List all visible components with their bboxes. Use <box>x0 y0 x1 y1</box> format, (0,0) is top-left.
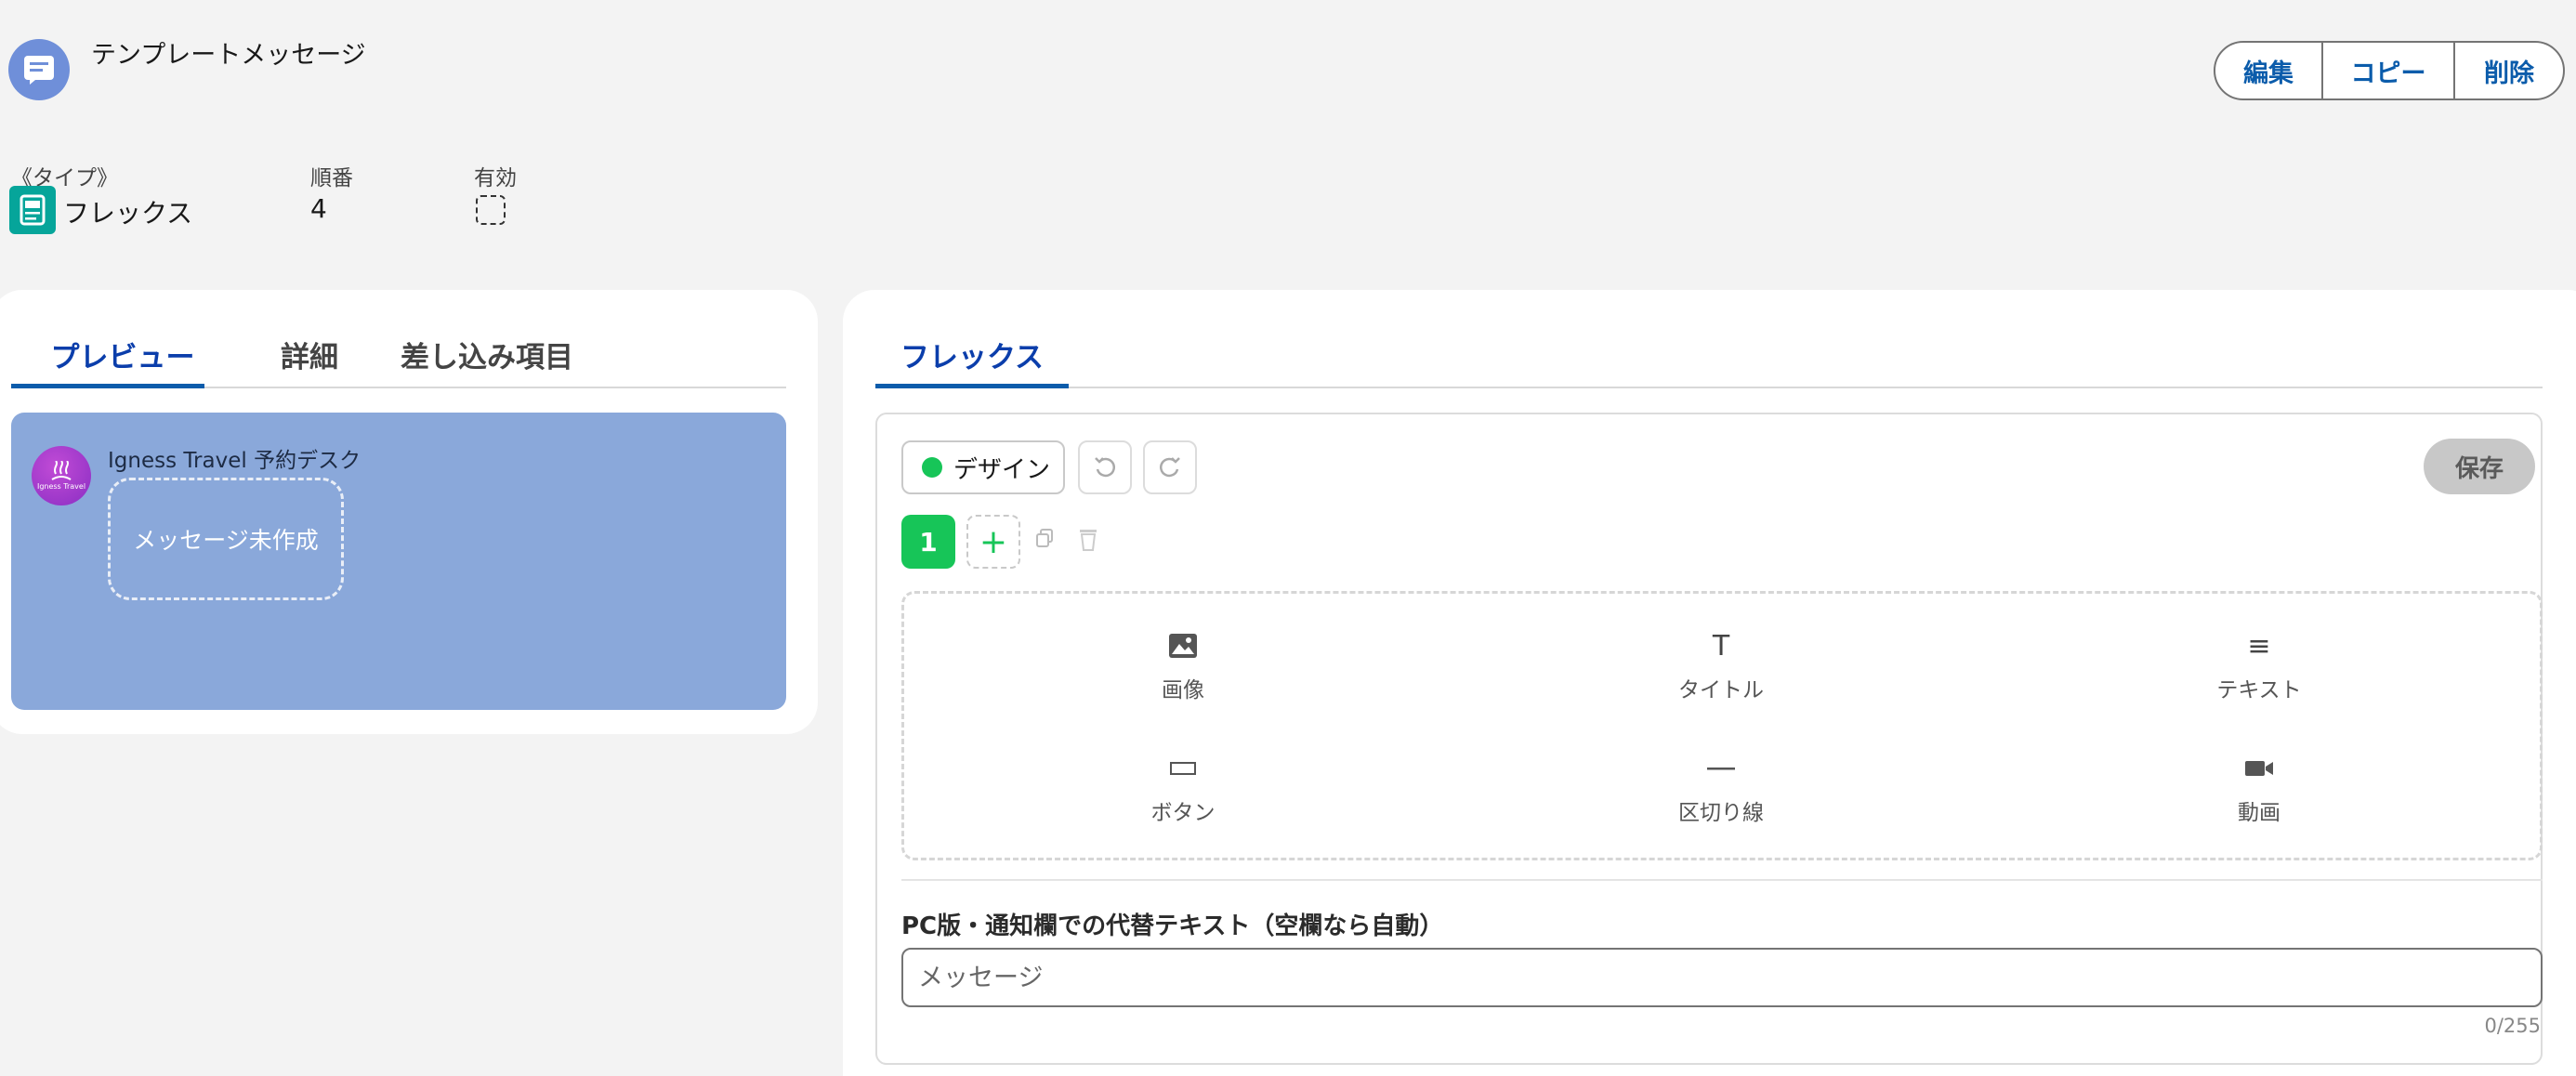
sender-avatar: Igness Travel <box>32 446 91 505</box>
design-label: デザイン <box>953 455 1051 484</box>
video-camera-icon <box>2244 750 2274 787</box>
right-tab-rule <box>875 387 2543 388</box>
tab-details[interactable]: 詳細 <box>234 321 385 387</box>
active-label: 有効 <box>474 166 517 190</box>
undo-button[interactable] <box>1078 440 1132 494</box>
active-checkbox <box>476 195 506 225</box>
edit-button[interactable]: 編集 <box>2215 43 2321 98</box>
hot-spring-icon <box>51 461 72 480</box>
page-title: テンプレートメッセージ <box>91 41 366 70</box>
palette-label: 区切り線 <box>1678 801 1764 825</box>
component-palette: 画像 T タイトル ≡ テキスト ボタン 区切り線 動画 <box>901 591 2543 860</box>
copy-button[interactable]: コピー <box>2321 43 2453 98</box>
palette-divider[interactable]: 区切り線 <box>1619 750 1823 826</box>
palette-button[interactable]: ボタン <box>1081 750 1285 826</box>
palette-image[interactable]: 画像 <box>1081 627 1285 703</box>
palette-label: 動画 <box>2238 801 2280 825</box>
order-value: 4 <box>310 193 327 224</box>
flex-editor: デザイン 保存 1 + 画像 T タイトル ≡ テキスト ボタン 区切り線 動画… <box>875 413 2543 1065</box>
sender-name: Igness Travel 予約デスク <box>108 449 361 473</box>
trash-icon[interactable] <box>1078 528 1098 556</box>
divider-line-icon <box>1706 750 1736 787</box>
message-preview: Igness Travel Igness Travel 予約デスク メッセージ未… <box>11 413 786 710</box>
avatar-text: Igness Travel <box>36 482 86 491</box>
palette-video[interactable]: 動画 <box>2157 750 2361 826</box>
tab-merge-fields[interactable]: 差し込み項目 <box>385 321 589 387</box>
palette-text[interactable]: ≡ テキスト <box>2157 627 2361 703</box>
flex-type-icon <box>9 186 56 234</box>
right-tabs: フレックス <box>875 321 1069 387</box>
palette-label: ボタン <box>1150 801 1216 825</box>
add-page-button[interactable]: + <box>966 515 1020 569</box>
palette-label: 画像 <box>1162 678 1204 702</box>
duplicate-icon[interactable] <box>1035 528 1054 552</box>
tab-preview[interactable]: プレビュー <box>11 321 234 387</box>
status-dot-icon <box>922 457 942 478</box>
button-rect-icon <box>1169 750 1197 787</box>
type-value: フレックス <box>63 198 193 229</box>
tab-flex[interactable]: フレックス <box>875 321 1069 387</box>
palette-label: タイトル <box>1678 678 1764 702</box>
design-mode-button[interactable]: デザイン <box>901 440 1065 494</box>
title-T-icon: T <box>1712 629 1730 663</box>
template-message-icon <box>8 39 70 100</box>
right-tab-indicator <box>875 384 1069 388</box>
undo-icon <box>1095 457 1116 478</box>
empty-message-bubble: メッセージ未作成 <box>108 478 344 600</box>
section-divider <box>901 879 2543 881</box>
char-counter: 0/255 <box>2484 1015 2541 1037</box>
save-button[interactable]: 保存 <box>2424 439 2535 494</box>
alt-text-input[interactable] <box>901 948 2543 1007</box>
image-icon <box>1168 627 1198 664</box>
alt-text-label: PC版・通知欄での代替テキスト（空欄なら自動） <box>901 912 1444 940</box>
redo-icon <box>1159 457 1180 478</box>
palette-label: テキスト <box>2216 678 2302 702</box>
text-lines-icon: ≡ <box>2247 629 2271 663</box>
delete-button[interactable]: 削除 <box>2453 43 2563 98</box>
redo-button[interactable] <box>1143 440 1197 494</box>
page-tab-1[interactable]: 1 <box>901 515 955 569</box>
left-tabs: プレビュー 詳細 差し込み項目 <box>11 321 589 387</box>
left-tab-indicator <box>11 384 204 388</box>
order-label: 順番 <box>310 166 353 190</box>
record-actions: 編集 コピー 削除 <box>2214 41 2565 100</box>
palette-title[interactable]: T タイトル <box>1619 627 1823 703</box>
